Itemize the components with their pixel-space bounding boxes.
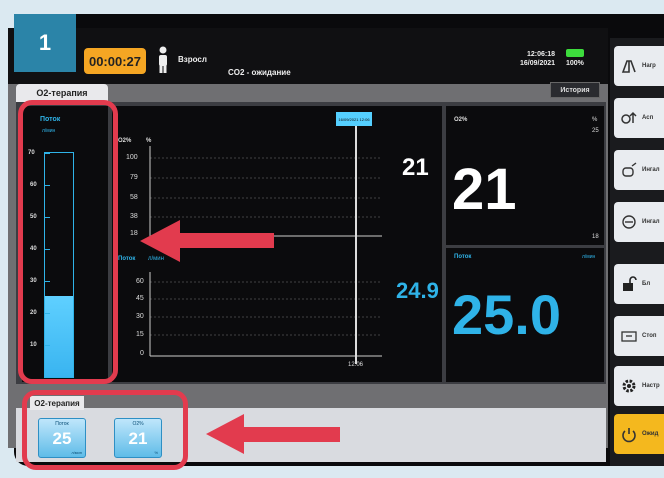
flow-current-value: 24.9 xyxy=(396,278,439,303)
annotation-highlight-tiles xyxy=(22,390,188,470)
sidebar-button-stop[interactable]: Стоп xyxy=(614,316,664,356)
step-badge: 1 xyxy=(14,14,76,72)
o2-current-value: 21 xyxy=(402,154,429,181)
gear-icon xyxy=(622,379,636,393)
annotation-arrow-left xyxy=(206,414,340,454)
sidebar-label: Ожид xyxy=(642,431,659,437)
sidebar-button-filter[interactable]: Ингал xyxy=(614,202,664,242)
filter-icon xyxy=(622,215,636,229)
co2-status-text: CO2 - ожидание xyxy=(228,68,291,77)
sidebar-button-o2[interactable]: Асп xyxy=(614,98,664,138)
battery-icon xyxy=(566,49,584,57)
graph-time-label: 12:06 xyxy=(348,362,364,368)
sidebar-label: Бл xyxy=(642,281,651,287)
numeric-divider xyxy=(446,245,604,248)
sidebar-label: Нагр xyxy=(642,63,656,69)
history-button[interactable]: История xyxy=(550,82,600,98)
annotation-arrow-left xyxy=(140,220,274,262)
sidebar-label: Настр xyxy=(642,383,660,389)
unlock-icon xyxy=(623,276,637,291)
power-icon xyxy=(622,428,636,443)
sidebar-label: Стоп xyxy=(642,333,657,339)
cursor-timestamp: 16/09/2021 12:06 xyxy=(336,112,372,126)
sidebar-label: Ингал xyxy=(642,167,660,173)
stop-screen-icon xyxy=(621,331,637,342)
o2-numeric-value: 21 xyxy=(452,157,517,222)
sidebar-button-lung[interactable]: Нагр xyxy=(614,46,664,86)
o2-numeric-title: O2% xyxy=(454,117,468,123)
clock: 12:06:18 16/09/2021 xyxy=(520,50,555,68)
sidebar-label: Асп xyxy=(642,115,654,121)
adult-patient-icon[interactable] xyxy=(156,46,170,74)
o2-alarm-low: 18 xyxy=(592,234,599,240)
annotation-highlight-gauge xyxy=(18,100,118,384)
sidebar-label: Ингал xyxy=(642,219,660,225)
sidebar-button-standby[interactable]: Ожид xyxy=(614,414,664,454)
patient-type-label: Взросл xyxy=(178,55,207,64)
time-text: 12:06:18 xyxy=(527,51,556,58)
o2-alarm-high: 25 xyxy=(592,128,599,134)
flow-numeric-unit: л/мин xyxy=(582,254,596,260)
sidebar-button-settings[interactable]: Настр xyxy=(614,366,664,406)
flow-numeric-title: Поток xyxy=(454,254,472,260)
sidebar-button-nebulizer[interactable]: Ингал xyxy=(614,150,664,190)
lung-icon xyxy=(621,60,636,73)
flow-numeric-value: 25.0 xyxy=(452,283,561,346)
therapy-timer[interactable]: 00:00:27 xyxy=(84,48,146,74)
o2-numeric-unit: % xyxy=(592,117,598,123)
battery-percent: 100% xyxy=(566,60,584,67)
graph-cursor[interactable] xyxy=(355,124,357,364)
date-text: 16/09/2021 xyxy=(520,60,556,67)
sidebar-button-unlock[interactable]: Бл xyxy=(614,264,664,304)
o2-arrow-icon xyxy=(621,111,637,124)
nebulizer-icon xyxy=(622,162,637,177)
